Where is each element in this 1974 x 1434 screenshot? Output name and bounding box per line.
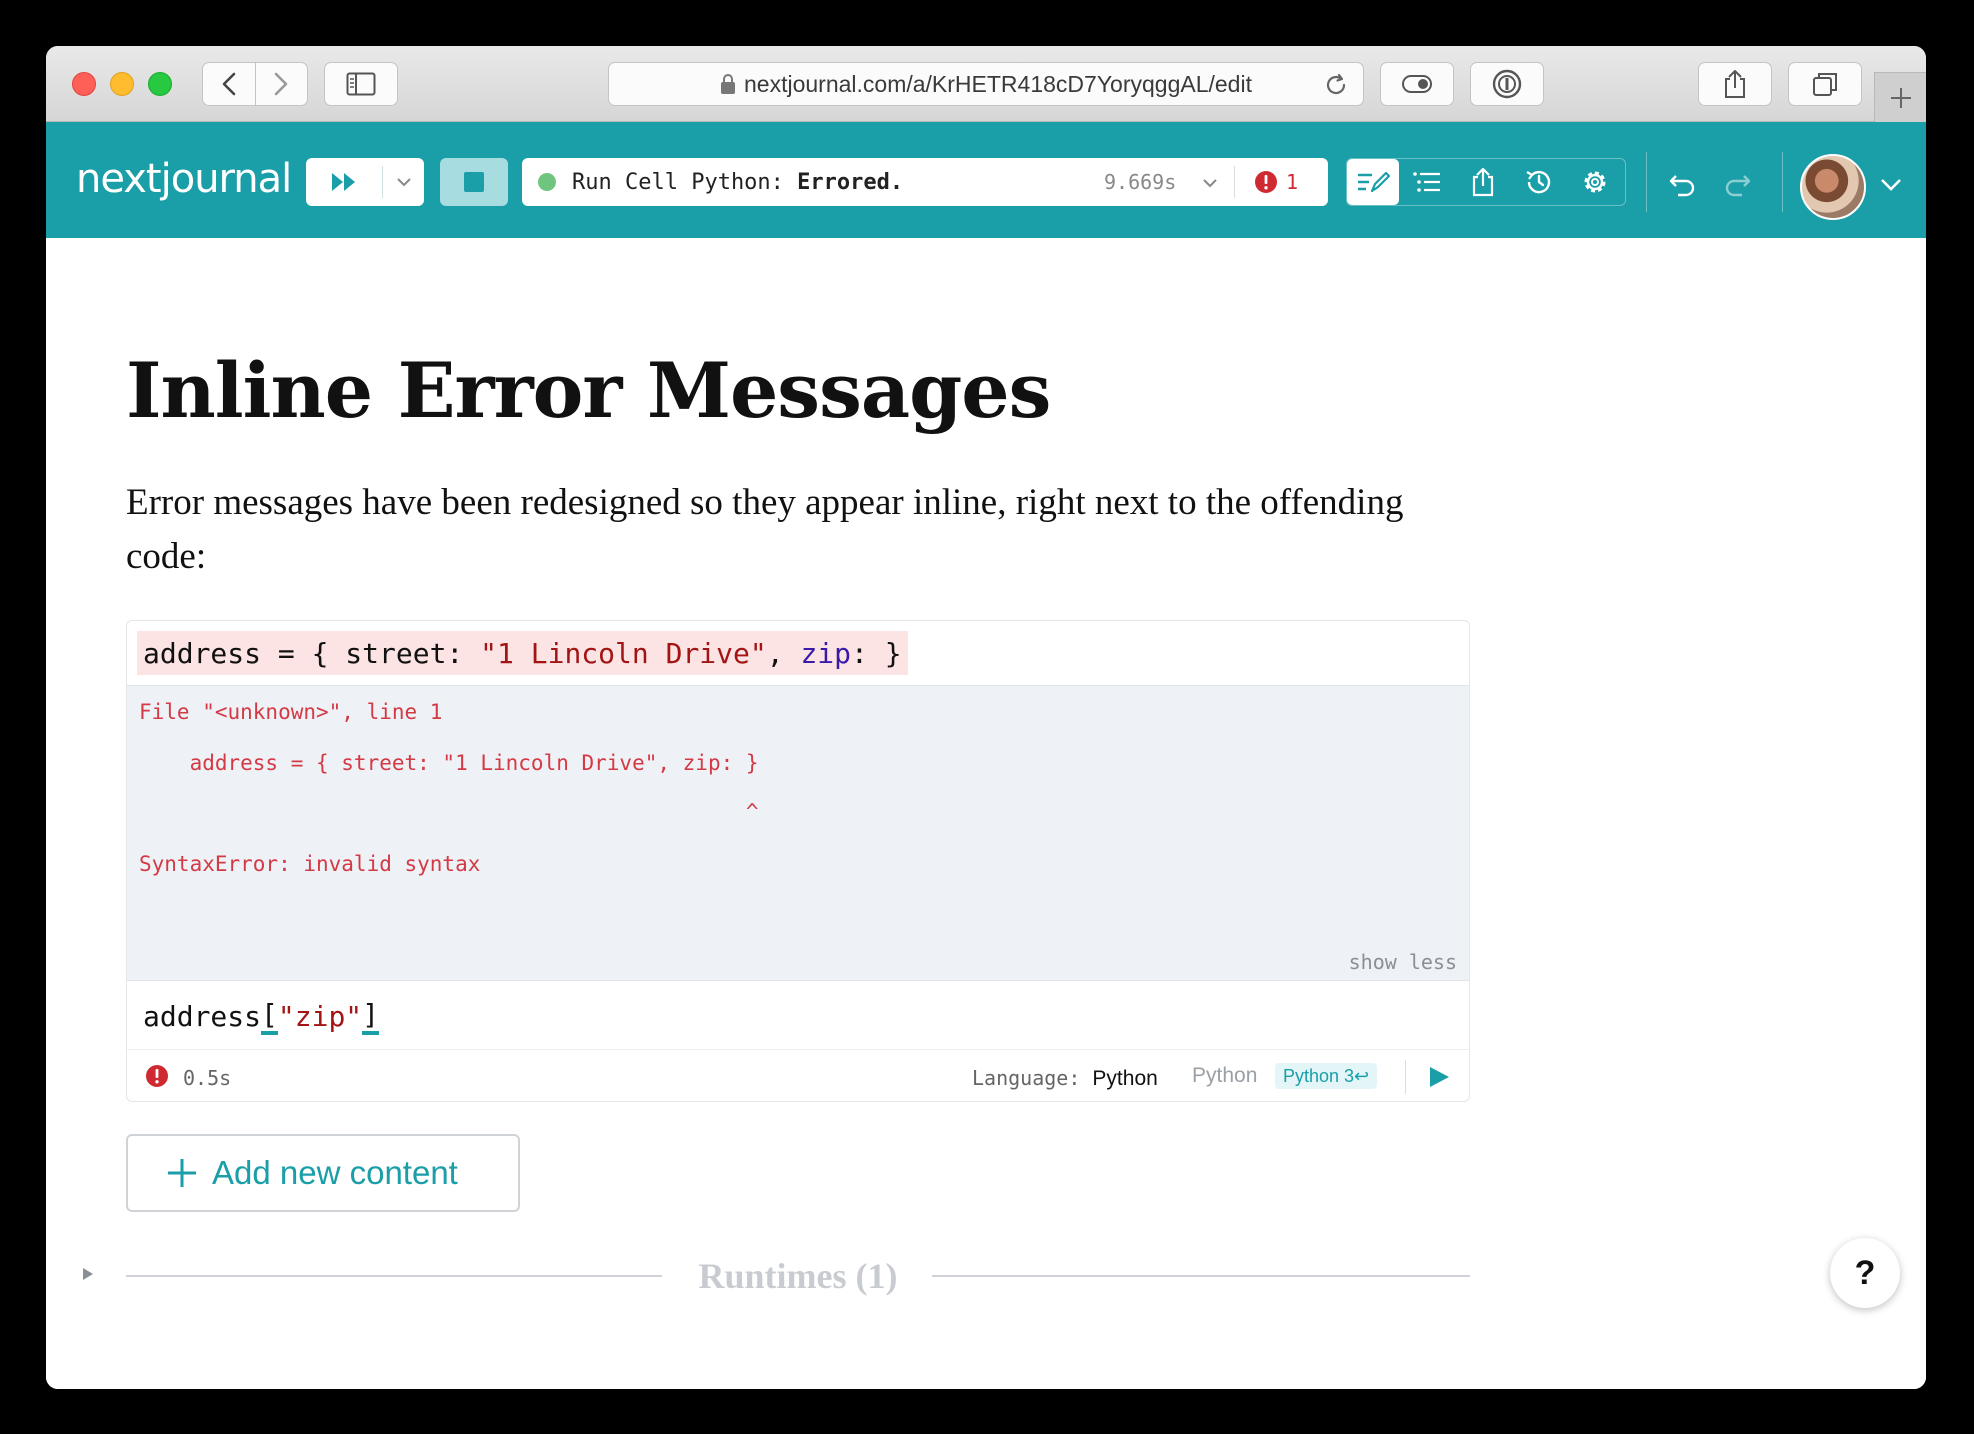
error-line: SyntaxError: invalid syntax xyxy=(139,852,481,876)
expand-triangle-icon[interactable] xyxy=(80,1266,96,1282)
history-button[interactable] xyxy=(1511,159,1567,205)
cell-footer: 0.5s Language: Python Python Python 3↩ xyxy=(127,1049,1469,1101)
stop-button[interactable] xyxy=(440,158,508,206)
address-bar[interactable]: nextjournal.com/a/KrHETR418cD7YoryqggAL/… xyxy=(608,62,1364,106)
inline-error-output: File "<unknown>", line 1 address = { str… xyxy=(127,685,1469,981)
error-line: ^ xyxy=(139,800,759,824)
view-tools xyxy=(1346,158,1626,206)
new-tab-button[interactable] xyxy=(1874,72,1926,122)
play-icon[interactable] xyxy=(1427,1065,1451,1089)
back-button[interactable] xyxy=(203,63,255,105)
help-button[interactable]: ? xyxy=(1830,1238,1900,1308)
run-options-dropdown[interactable] xyxy=(383,158,424,206)
runtimes-label: Runtimes (1) xyxy=(698,1256,898,1296)
edit-mode-button[interactable] xyxy=(1347,159,1399,205)
outline-button[interactable] xyxy=(1399,159,1455,205)
stop-icon xyxy=(464,172,484,192)
code-bracket: ] xyxy=(362,998,380,1035)
app-toolbar: nextjournal Run Cell Python: Errored. 9.… xyxy=(46,122,1926,238)
reload-icon[interactable] xyxy=(1323,72,1349,98)
code-string: "zip" xyxy=(277,999,363,1033)
undo-icon[interactable] xyxy=(1668,172,1698,198)
1password-icon xyxy=(1492,69,1522,99)
chevron-left-icon xyxy=(222,72,236,96)
error-line: address = { street: "1 Lincoln Drive", z… xyxy=(139,751,759,775)
fast-forward-icon xyxy=(332,173,355,191)
show-less-link[interactable]: show less xyxy=(1349,950,1457,974)
status-duration: 9.669s xyxy=(1104,170,1177,194)
page-title: Inline Error Messages xyxy=(126,346,1051,435)
sidebar-icon xyxy=(346,72,376,96)
user-avatar[interactable] xyxy=(1800,154,1866,220)
status-text: Run Cell Python: Errored. xyxy=(572,170,903,195)
status-state: Errored. xyxy=(797,169,904,195)
plus-icon xyxy=(168,1159,196,1187)
code-cell[interactable]: address = { street: "1 Lincoln Drive", z… xyxy=(126,620,1470,1102)
code-token: address xyxy=(143,999,262,1033)
plus-icon xyxy=(1890,87,1911,108)
document-area: Inline Error Messages Error messages hav… xyxy=(46,238,1926,1389)
minimize-window-button[interactable] xyxy=(110,72,134,96)
close-window-button[interactable] xyxy=(72,72,96,96)
share-button[interactable] xyxy=(1698,62,1772,106)
publish-button[interactable] xyxy=(1455,159,1511,205)
run-all-button-group xyxy=(306,158,424,206)
error-line: File "<unknown>", line 1 xyxy=(139,700,443,724)
sidebar-button[interactable] xyxy=(324,62,398,106)
intro-paragraph: Error messages have been redesigned so t… xyxy=(126,482,1404,577)
language-selector[interactable]: Language: Python xyxy=(972,1066,1158,1091)
error-count-badge[interactable]: 1 xyxy=(1254,170,1298,194)
language-value: Python xyxy=(1092,1067,1158,1090)
url-text: nextjournal.com/a/KrHETR418cD7YoryqggAL/… xyxy=(744,70,1252,97)
code-token: , xyxy=(766,636,801,670)
code-line[interactable]: address["zip"] xyxy=(143,991,380,1041)
chevron-down-icon[interactable] xyxy=(1202,178,1218,188)
status-prefix: Run Cell Python: xyxy=(572,169,798,195)
browser-chrome: nextjournal.com/a/KrHETR418cD7YoryqggAL/… xyxy=(46,46,1926,122)
list-icon xyxy=(1413,172,1440,192)
add-new-content-label: Add new content xyxy=(212,1154,458,1191)
settings-button[interactable] xyxy=(1567,159,1623,205)
runtime-label: Python xyxy=(1192,1064,1258,1087)
cell-duration: 0.5s xyxy=(183,1066,232,1090)
reader-toggle-button[interactable] xyxy=(1380,62,1454,106)
share-icon xyxy=(1472,167,1494,197)
add-new-content-button[interactable]: Add new content xyxy=(126,1134,520,1212)
share-icon xyxy=(1725,70,1745,98)
code-string: "1 Lincoln Drive" xyxy=(480,636,767,670)
tabs-overview-button[interactable] xyxy=(1788,62,1862,106)
runtimes-section[interactable]: Runtimes (1) xyxy=(126,1250,1470,1300)
runtime-badge[interactable]: Python 3↩ xyxy=(1275,1063,1378,1089)
language-label: Language: xyxy=(972,1066,1081,1090)
chevron-down-icon[interactable] xyxy=(1880,178,1902,192)
chevron-down-icon xyxy=(396,178,411,187)
nextjournal-logo[interactable]: nextjournal xyxy=(76,156,292,202)
nav-buttons xyxy=(202,62,308,106)
forward-button[interactable] xyxy=(255,63,307,105)
edit-icon xyxy=(1358,171,1390,193)
code-line-errored[interactable]: address = { street: "1 Lincoln Drive", z… xyxy=(137,631,908,675)
status-dot-icon xyxy=(538,173,556,191)
error-count: 1 xyxy=(1286,170,1299,194)
code-bracket: [ xyxy=(261,998,278,1035)
run-status-bar[interactable]: Run Cell Python: Errored. 9.669s 1 xyxy=(522,158,1328,206)
chevron-right-icon xyxy=(274,72,288,96)
run-all-button[interactable] xyxy=(306,158,382,206)
history-icon xyxy=(1526,170,1551,194)
code-token: : } xyxy=(851,636,902,670)
lock-icon xyxy=(721,74,735,94)
code-token: address = { street: xyxy=(143,636,481,670)
code-keyword: zip xyxy=(800,636,852,670)
gear-icon xyxy=(1584,171,1606,193)
toggle-icon xyxy=(1402,75,1432,93)
error-icon xyxy=(1255,171,1277,193)
redo-icon[interactable] xyxy=(1722,172,1752,198)
maximize-window-button[interactable] xyxy=(148,72,172,96)
password-manager-button[interactable] xyxy=(1470,62,1544,106)
error-icon xyxy=(146,1065,168,1087)
browser-window: nextjournal.com/a/KrHETR418cD7YoryqggAL/… xyxy=(46,46,1926,1389)
tabs-icon xyxy=(1813,73,1837,96)
